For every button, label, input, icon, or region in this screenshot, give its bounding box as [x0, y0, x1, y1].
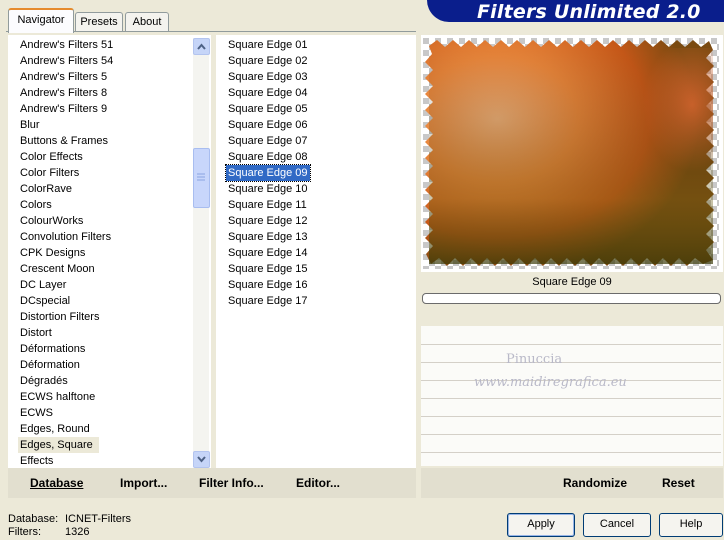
filter-item[interactable]: Square Edge 05: [228, 101, 308, 117]
database-button[interactable]: Database: [30, 476, 83, 490]
category-item[interactable]: Buttons & Frames: [20, 133, 108, 149]
database-status-label: Database:: [8, 513, 59, 525]
apply-button[interactable]: Apply: [507, 513, 575, 537]
param-row-divider: [421, 362, 721, 363]
filter-item[interactable]: Square Edge 15: [228, 261, 308, 277]
filter-item[interactable]: Square Edge 11: [228, 197, 307, 213]
filter-item[interactable]: Square Edge 13: [228, 229, 308, 245]
grip-icon: [197, 173, 205, 181]
tab-navigator-label: Navigator: [17, 14, 65, 26]
category-item[interactable]: Edges, Square: [18, 437, 99, 453]
category-item[interactable]: Andrew's Filters 9: [20, 101, 107, 117]
scroll-thumb[interactable]: [193, 148, 210, 208]
category-item[interactable]: ColorRave: [20, 181, 72, 197]
param-row-divider: [421, 398, 721, 399]
filter-item[interactable]: Square Edge 14: [228, 245, 308, 261]
param-row-divider: [421, 434, 721, 435]
filters-count-label: Filters:: [8, 526, 41, 538]
filter-item[interactable]: Square Edge 16: [228, 277, 308, 293]
category-item[interactable]: Déformations: [20, 341, 85, 357]
category-item[interactable]: Colors: [20, 197, 52, 213]
filter-item[interactable]: Square Edge 01: [228, 37, 308, 53]
filter-item[interactable]: Square Edge 03: [228, 69, 308, 85]
param-row-divider: [421, 452, 721, 453]
category-item[interactable]: Convolution Filters: [20, 229, 111, 245]
category-item[interactable]: Distort: [20, 325, 52, 341]
category-item[interactable]: Dégradés: [20, 373, 68, 389]
filter-item[interactable]: Square Edge 17: [228, 293, 308, 309]
category-item[interactable]: Andrew's Filters 54: [20, 53, 113, 69]
chevron-up-icon: [197, 43, 206, 50]
app-title: Filters Unlimited 2.0: [477, 1, 701, 23]
param-row-divider: [421, 416, 721, 417]
category-item[interactable]: Andrew's Filters 51: [20, 37, 113, 53]
filter-item[interactable]: Square Edge 02: [228, 53, 308, 69]
category-item[interactable]: Distortion Filters: [20, 309, 99, 325]
randomize-button[interactable]: Randomize: [563, 476, 627, 490]
category-item[interactable]: DC Layer: [20, 277, 66, 293]
category-item[interactable]: ECWS halftone: [20, 389, 95, 405]
category-item[interactable]: CPK Designs: [20, 245, 85, 261]
filter-item[interactable]: Square Edge 04: [228, 85, 308, 101]
filter-item[interactable]: Square Edge 07: [228, 133, 308, 149]
watermark-url: www.maidiregrafica.eu: [474, 375, 627, 390]
tab-presets-label: Presets: [80, 16, 118, 28]
category-item[interactable]: Edges, Round: [20, 421, 90, 437]
tab-about-label: About: [132, 16, 162, 28]
cancel-button[interactable]: Cancel: [583, 513, 651, 537]
filters-count-value: 1326: [65, 526, 90, 538]
category-item[interactable]: Color Filters: [20, 165, 79, 181]
category-item[interactable]: ECWS: [20, 405, 53, 421]
category-item[interactable]: Crescent Moon: [20, 261, 95, 277]
scroll-down-button[interactable]: [193, 451, 210, 468]
scroll-up-button[interactable]: [193, 38, 210, 55]
tab-presets[interactable]: Presets: [75, 12, 123, 31]
import-button[interactable]: Import...: [120, 476, 167, 490]
filter-item[interactable]: Square Edge 10: [228, 181, 308, 197]
reset-button[interactable]: Reset: [662, 476, 695, 490]
tab-about[interactable]: About: [125, 12, 169, 31]
filter-item[interactable]: Square Edge 09: [225, 164, 311, 182]
filter-item[interactable]: Square Edge 08: [228, 149, 308, 165]
param-row-divider: [421, 344, 721, 345]
category-item[interactable]: Blur: [20, 117, 40, 133]
watermark-name: Pinuccia: [506, 352, 563, 367]
progress-bar: [422, 293, 721, 304]
category-item[interactable]: Déformation: [20, 357, 80, 373]
filter-item[interactable]: Square Edge 06: [228, 117, 308, 133]
tab-navigator[interactable]: Navigator: [8, 8, 74, 33]
category-item[interactable]: ColourWorks: [20, 213, 83, 229]
preview-image: [423, 38, 719, 269]
help-button[interactable]: Help: [659, 513, 723, 537]
category-item[interactable]: Andrew's Filters 8: [20, 85, 107, 101]
category-item[interactable]: Andrew's Filters 5: [20, 69, 107, 85]
chevron-down-icon: [197, 456, 206, 463]
category-item[interactable]: Color Effects: [20, 149, 83, 165]
category-item[interactable]: Effects: [20, 453, 53, 469]
parameter-header: [421, 306, 723, 326]
filter-item[interactable]: Square Edge 12: [228, 213, 308, 229]
editor-button[interactable]: Editor...: [296, 476, 340, 490]
category-scrollbar[interactable]: [193, 38, 209, 467]
preview-caption: Square Edge 09: [532, 276, 612, 288]
database-status-value: ICNET-Filters: [65, 513, 131, 525]
category-item[interactable]: DCspecial: [20, 293, 70, 309]
filter-info-button[interactable]: Filter Info...: [199, 476, 264, 490]
